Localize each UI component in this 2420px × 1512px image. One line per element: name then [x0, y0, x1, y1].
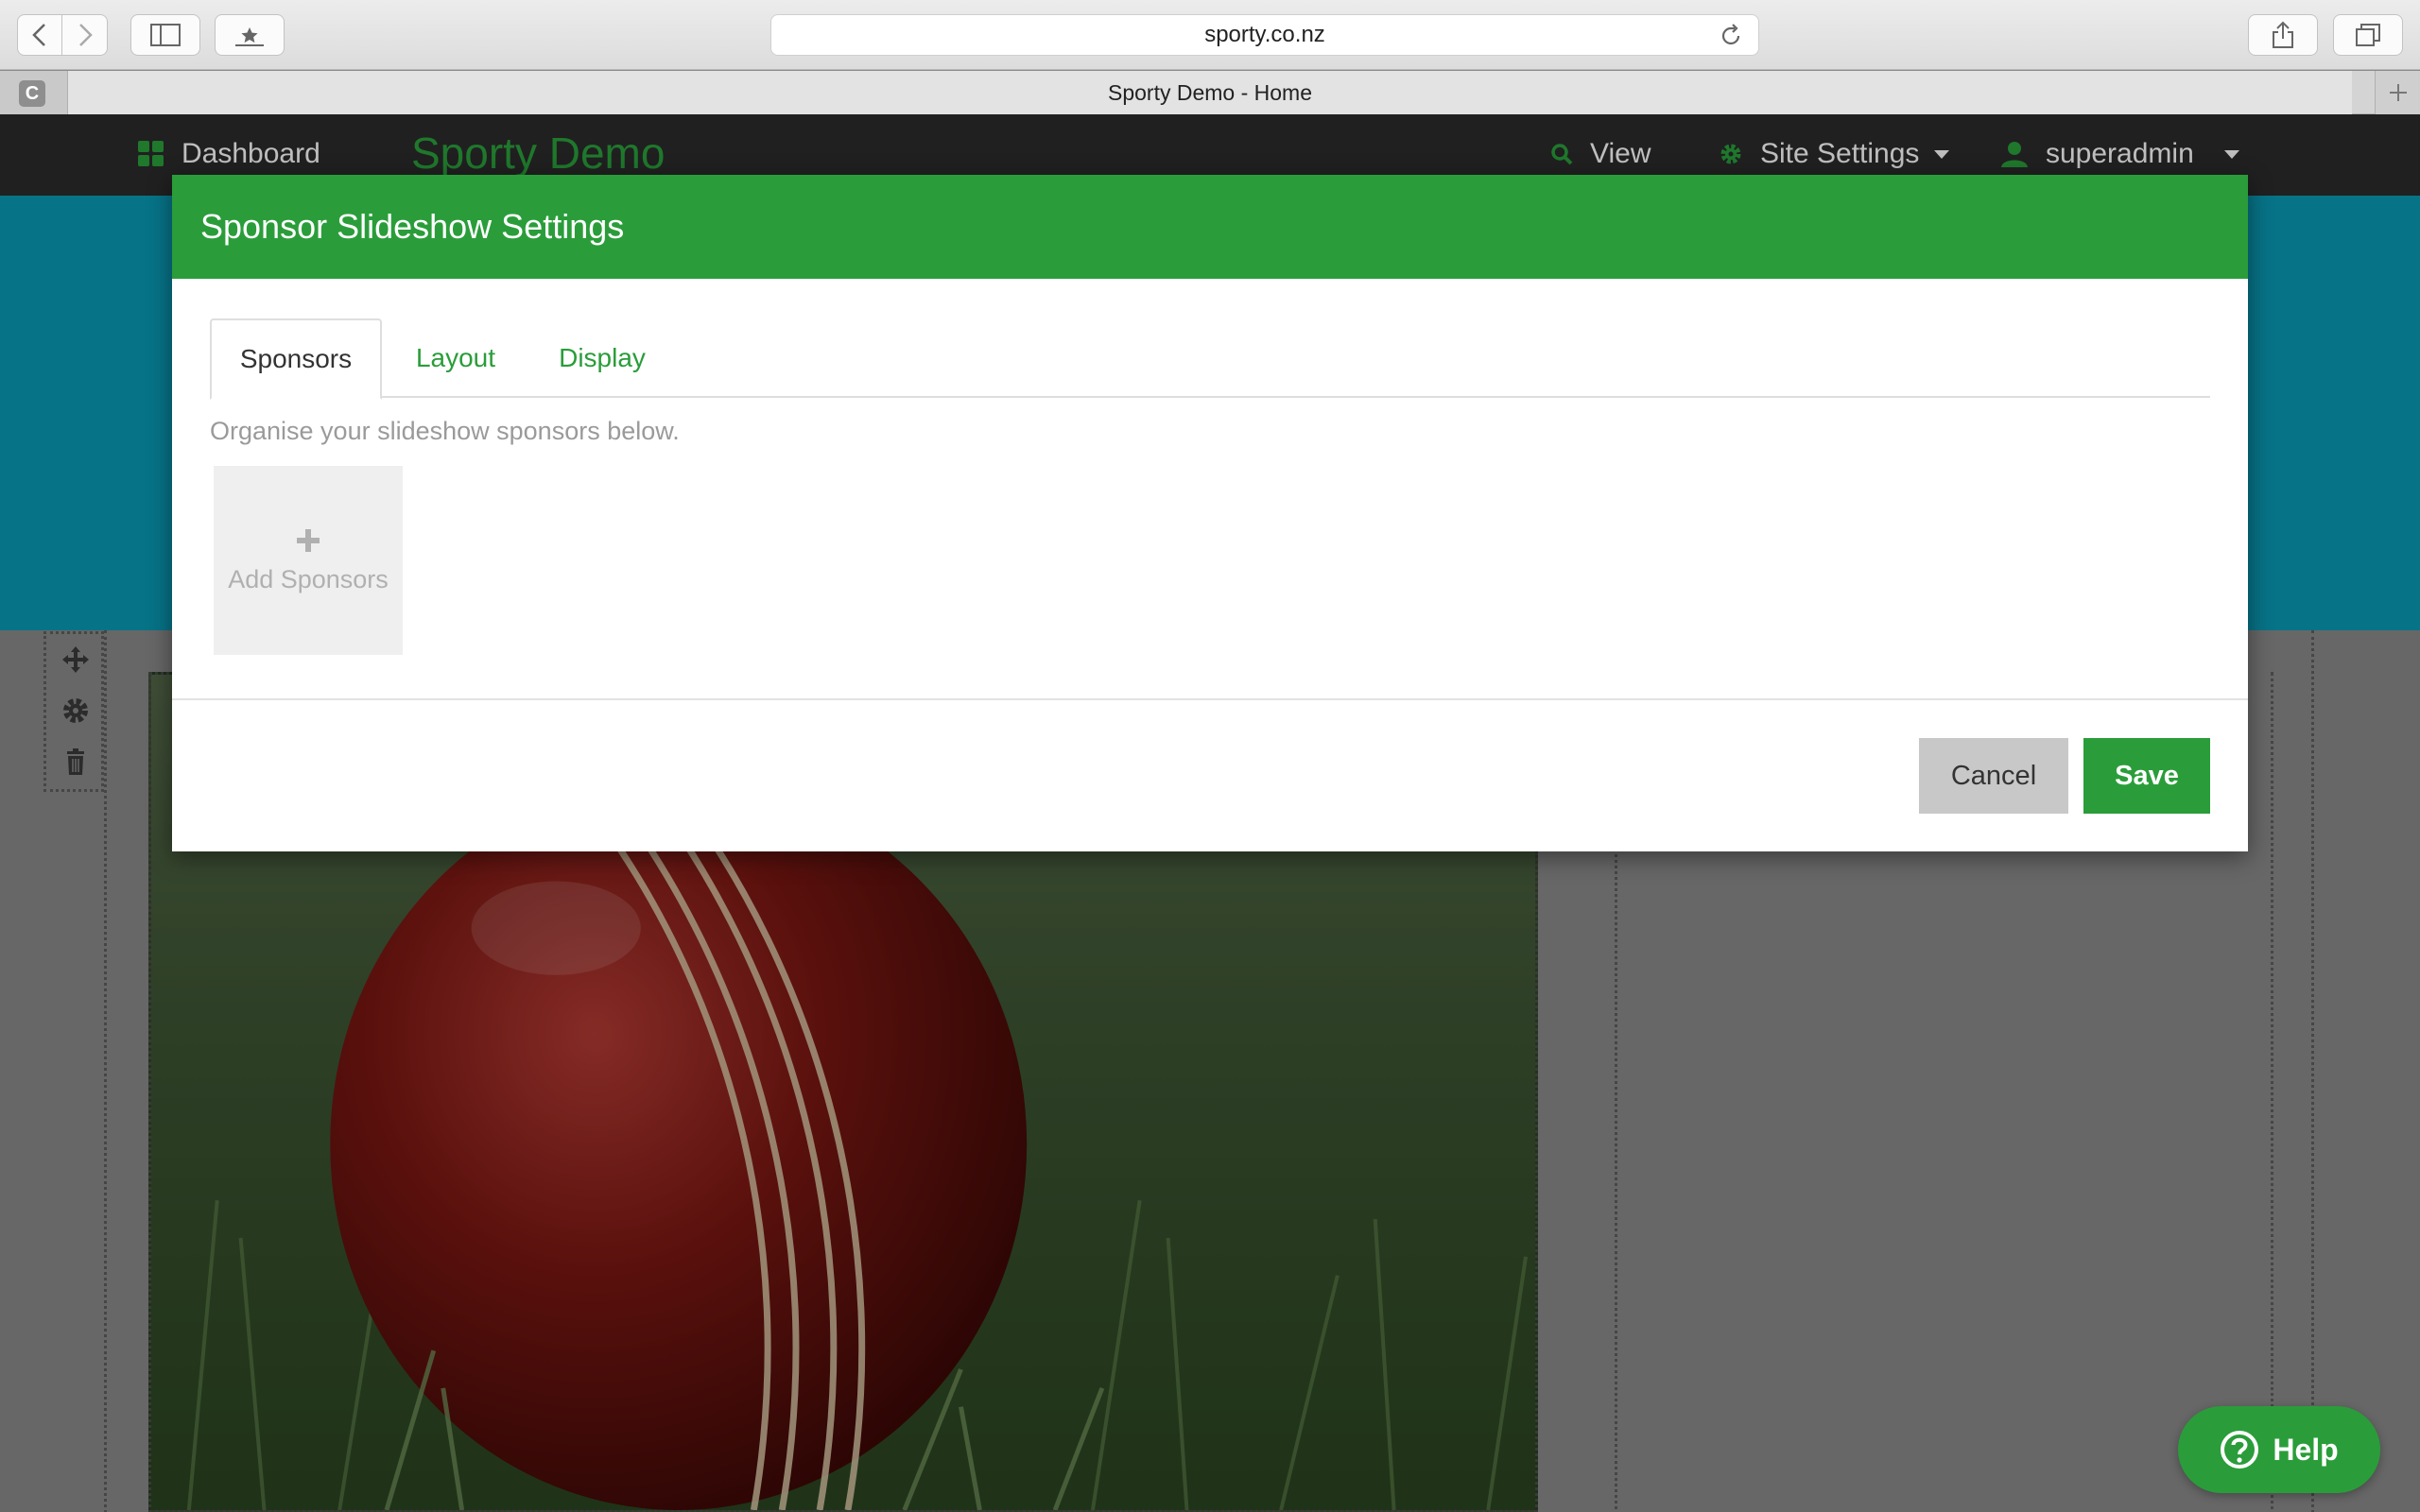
tab-layout-label: Layout	[415, 343, 496, 372]
page-content: Dashboard Sporty Demo View Site Settings…	[0, 114, 2420, 1512]
tabs-icon	[2356, 24, 2380, 46]
pinned-tab[interactable]: C	[0, 71, 68, 114]
chevron-right-icon	[78, 24, 93, 46]
cancel-button[interactable]: Cancel	[1919, 738, 2068, 814]
favicon: C	[19, 80, 45, 107]
plus-icon	[2389, 84, 2407, 101]
add-sponsors-label: Add Sponsors	[228, 564, 389, 593]
sidebar-button[interactable]	[130, 14, 200, 56]
tab-sponsors-label: Sponsors	[239, 344, 353, 373]
share-button[interactable]	[2248, 14, 2318, 56]
browser-toolbar: sporty.co.nz	[0, 0, 2420, 70]
tab-display-label: Display	[559, 343, 646, 372]
question-icon	[2221, 1431, 2259, 1469]
sponsors-help-text: Organise your slideshow sponsors below.	[210, 417, 680, 445]
new-tab-button[interactable]	[2375, 71, 2420, 114]
bookmarks-button[interactable]	[215, 14, 285, 56]
plus-icon	[297, 528, 320, 552]
settings-tabs: Sponsors Layout Display	[210, 318, 2210, 400]
reload-icon[interactable]	[1719, 24, 1743, 48]
help-button[interactable]: Help	[2178, 1406, 2380, 1493]
save-button[interactable]: Save	[2083, 738, 2210, 814]
add-sponsors-button[interactable]: Add Sponsors	[214, 466, 403, 655]
star-icon	[235, 27, 264, 46]
show-tabs-button[interactable]	[2333, 14, 2403, 56]
address-bar[interactable]: sporty.co.nz	[770, 14, 1759, 56]
share-icon	[2273, 21, 2293, 48]
tab-sponsors[interactable]: Sponsors	[210, 318, 382, 400]
forward-button[interactable]	[62, 14, 108, 56]
browser-tab-active[interactable]: Sporty Demo - Home	[68, 71, 2352, 114]
browser-tabbar: C Sporty Demo - Home	[0, 71, 2420, 114]
tab-display[interactable]: Display	[531, 318, 673, 398]
sidebar-icon	[150, 24, 181, 46]
url-text: sporty.co.nz	[1204, 22, 1325, 47]
modal-title: Sponsor Slideshow Settings	[200, 207, 625, 246]
modal-footer-divider	[172, 698, 2248, 700]
help-label: Help	[2273, 1432, 2339, 1467]
back-button[interactable]	[17, 14, 62, 56]
tab-layout[interactable]: Layout	[399, 318, 512, 398]
sponsor-slideshow-settings-dialog: Sponsor Slideshow Settings Sponsors Layo…	[172, 175, 2248, 851]
tab-title-text: Sporty Demo - Home	[1107, 79, 1312, 105]
modal-header: Sponsor Slideshow Settings	[172, 175, 2248, 279]
chevron-left-icon	[32, 24, 45, 46]
